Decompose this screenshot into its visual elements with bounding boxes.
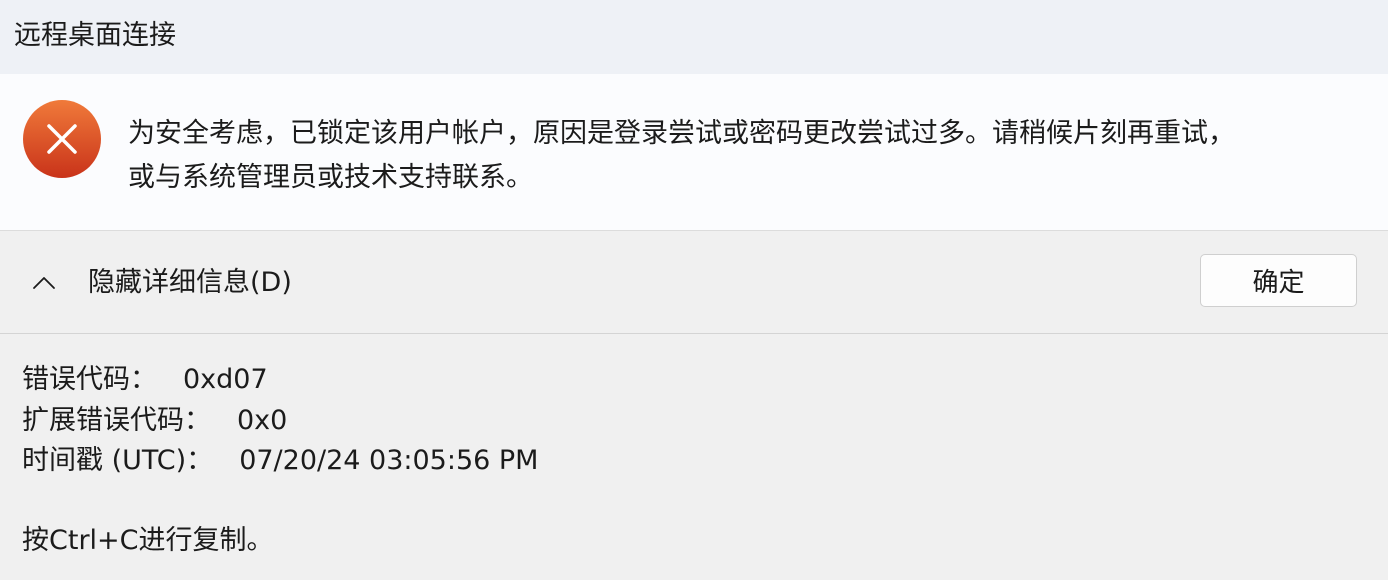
timestamp-label: 时间戳 (UTC)： [22, 445, 214, 476]
copy-hint: 按Ctrl+C进行复制。 [22, 525, 274, 556]
extended-error-code-label: 扩展错误代码： [22, 404, 211, 436]
extended-error-code-row: 扩展错误代码： 0x0 [22, 401, 538, 442]
action-bar: 隐藏详细信息(D) 确定 [0, 231, 1388, 334]
error-message-line-2: 或与系统管理员或技术支持联系。 [128, 162, 533, 193]
error-code-row: 错误代码： 0xd07 [22, 360, 538, 401]
extended-error-code-value: 0x0 [237, 404, 288, 436]
error-details: 错误代码： 0xd07 扩展错误代码： 0x0 时间戳 (UTC)： 07/20/24… [22, 360, 538, 482]
error-code-value: 0xd07 [183, 364, 268, 395]
message-area: 为安全考虑，已锁定该用户帐户，原因是登录尝试或密码更改尝试过多。请稍候片刻再重试… [0, 74, 1388, 231]
window-title: 远程桌面连接 [14, 20, 176, 51]
hide-details-toggle[interactable]: 隐藏详细信息(D) [30, 261, 292, 305]
error-icon [23, 100, 101, 178]
hide-details-label: 隐藏详细信息(D) [88, 267, 292, 298]
title-bar[interactable]: 远程桌面连接 [0, 0, 1388, 74]
error-message: 为安全考虑，已锁定该用户帐户，原因是登录尝试或密码更改尝试过多。请稍候片刻再重试… [128, 112, 1363, 200]
remote-desktop-dialog: 远程桌面连接 为安全考虑，已锁定该用户帐户，原因是登录尝试或密码更改尝试过多。请… [0, 0, 1388, 580]
ok-button[interactable]: 确定 [1200, 254, 1357, 307]
chevron-up-icon [33, 277, 55, 289]
timestamp-value: 07/20/24 03:05:56 PM [239, 445, 539, 476]
error-message-line-1: 为安全考虑，已锁定该用户帐户，原因是登录尝试或密码更改尝试过多。请稍候片刻再重试… [128, 118, 1235, 149]
error-code-label: 错误代码： [22, 364, 157, 395]
timestamp-row: 时间戳 (UTC)： 07/20/24 03:05:56 PM [22, 441, 538, 482]
